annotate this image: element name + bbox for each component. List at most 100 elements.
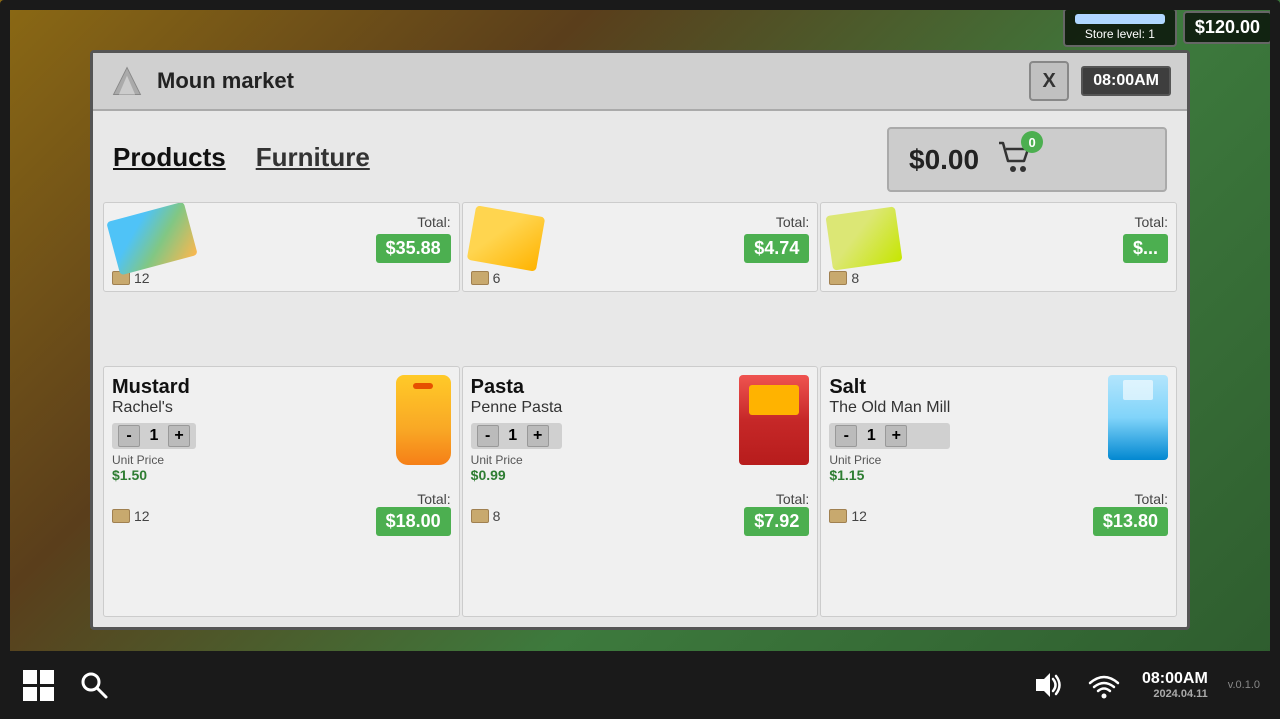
qty-decrease-salt[interactable]: - (835, 425, 857, 447)
product-brand-mustard: Rachel's (112, 399, 196, 417)
search-btn[interactable] (76, 667, 112, 703)
product-image-mustard (396, 375, 451, 465)
total-label-top-3: Total: (1135, 214, 1168, 230)
product-card-salt: Salt The Old Man Mill - 1 + Unit Price $… (820, 366, 1177, 617)
product-card-top-1: Total: $35.88 12 (103, 202, 460, 292)
grid-icon-btn[interactable] (20, 667, 56, 703)
wifi-btn[interactable] (1086, 667, 1122, 703)
unit-price-label-salt: Unit Price (829, 453, 950, 467)
stock-count-top-3: 8 (851, 270, 859, 286)
volume-btn[interactable] (1030, 667, 1066, 703)
product-image-top-3 (826, 206, 903, 270)
product-card-top-2: Total: $4.74 6 (462, 202, 819, 292)
volume-icon (1030, 669, 1066, 701)
cart-badge: 0 (1021, 131, 1043, 153)
products-grid: Total: $35.88 12 Total: $4.74 6 (93, 192, 1187, 627)
product-name-pasta: Pasta (471, 375, 563, 399)
total-price-top-1: $35.88 (376, 234, 451, 263)
product-image-salt (1108, 375, 1168, 460)
mountain-icon (109, 63, 145, 99)
product-card-pasta: Pasta Penne Pasta - 1 + Unit Price $0.99… (462, 366, 819, 617)
box-icon-mustard (112, 509, 130, 523)
grid-icon (23, 670, 54, 701)
store-level-box: Store level: 1 (1063, 8, 1177, 47)
qty-value-pasta: 1 (505, 427, 521, 445)
stock-count-top-1: 12 (134, 270, 150, 286)
qty-increase-mustard[interactable]: + (168, 425, 190, 447)
close-button[interactable]: X (1029, 61, 1069, 101)
unit-price-value-salt: $1.15 (829, 467, 950, 483)
unit-price-value-pasta: $0.99 (471, 467, 563, 483)
title-bar: Moun market X 08:00AM (93, 53, 1187, 111)
cart-icon-wrapper[interactable]: 0 (995, 139, 1035, 180)
total-label-pasta: Total: (744, 491, 809, 507)
box-icon-pasta (471, 509, 489, 523)
stock-info-top-2: 6 (471, 270, 810, 286)
version-label: v.0.1.0 (1228, 679, 1260, 691)
product-brand-pasta: Penne Pasta (471, 399, 563, 417)
stock-info-top-1: 12 (112, 270, 451, 286)
qty-controls-pasta: - 1 + (471, 423, 563, 449)
search-icon (78, 669, 110, 701)
top-right-2: Total: $4.74 (744, 214, 809, 263)
total-label-top-2: Total: (776, 214, 809, 230)
taskbar-left (20, 667, 112, 703)
box-icon-top-2 (471, 271, 489, 285)
tab-products[interactable]: Products (113, 142, 226, 177)
hud-money: $120.00 (1183, 11, 1272, 44)
total-label-salt: Total: (1093, 491, 1168, 507)
total-price-top-2: $4.74 (744, 234, 809, 263)
stock-info-mustard: 12 (112, 508, 150, 524)
total-price-salt: $13.80 (1093, 507, 1168, 536)
product-card-top-3: Total: $... Exit 8 (820, 202, 1177, 292)
wifi-icon (1086, 669, 1122, 701)
qty-increase-salt[interactable]: + (885, 425, 907, 447)
store-level-label: Store level: 1 (1075, 27, 1165, 41)
stock-info-pasta: 8 (471, 508, 501, 524)
total-price-mustard: $18.00 (376, 507, 451, 536)
qty-value-salt: 1 (863, 427, 879, 445)
product-name-mustard: Mustard (112, 375, 196, 399)
window-time: 08:00AM (1081, 66, 1171, 96)
taskbar-date: 2024.04.11 (1142, 688, 1208, 700)
total-price-top-3: $... (1123, 234, 1168, 263)
qty-controls-salt: - 1 + (829, 423, 950, 449)
qty-controls-mustard: - 1 + (112, 423, 196, 449)
box-icon-salt (829, 509, 847, 523)
taskbar-time-display: 08:00AM (1142, 670, 1208, 688)
unit-price-label-mustard: Unit Price (112, 453, 196, 467)
grid-cell-3 (23, 687, 37, 701)
product-card-mustard: Mustard Rachel's - 1 + Unit Price $1.50 … (103, 366, 460, 617)
unit-price-value-mustard: $1.50 (112, 467, 196, 483)
tab-furniture[interactable]: Furniture (256, 142, 370, 177)
product-image-pasta (739, 375, 809, 465)
product-name-salt: Salt (829, 375, 950, 399)
qty-increase-pasta[interactable]: + (527, 425, 549, 447)
stock-count-pasta: 8 (493, 508, 501, 524)
box-icon-top-3 (829, 271, 847, 285)
store-name: Moun market (157, 68, 294, 94)
taskbar-right: 08:00AM 2024.04.11 v.0.1.0 (1030, 667, 1260, 703)
qty-decrease-pasta[interactable]: - (477, 425, 499, 447)
stock-info-salt: 12 (829, 508, 867, 524)
total-price-pasta: $7.92 (744, 507, 809, 536)
product-image-top-2 (466, 205, 544, 271)
stock-count-mustard: 12 (134, 508, 150, 524)
stock-count-top-2: 6 (493, 270, 501, 286)
taskbar-time: 08:00AM 2024.04.11 (1142, 670, 1208, 700)
tabs-row: Products Furniture $0.00 0 (93, 111, 1187, 192)
grid-cell-1 (23, 670, 37, 684)
top-right-1: Total: $35.88 (376, 214, 451, 263)
qty-value-mustard: 1 (146, 427, 162, 445)
cart-total: $0.00 (909, 144, 979, 176)
unit-price-label-pasta: Unit Price (471, 453, 563, 467)
product-image-top-1 (106, 202, 198, 275)
total-label-mustard: Total: (376, 491, 451, 507)
cart-box: $0.00 0 (887, 127, 1167, 192)
top-right-3: Total: $... Exit (1123, 214, 1168, 263)
taskbar: 08:00AM 2024.04.11 v.0.1.0 (0, 651, 1280, 719)
grid-cell-4 (40, 687, 54, 701)
qty-decrease-mustard[interactable]: - (118, 425, 140, 447)
grid-cell-2 (40, 670, 54, 684)
product-brand-salt: The Old Man Mill (829, 399, 950, 417)
